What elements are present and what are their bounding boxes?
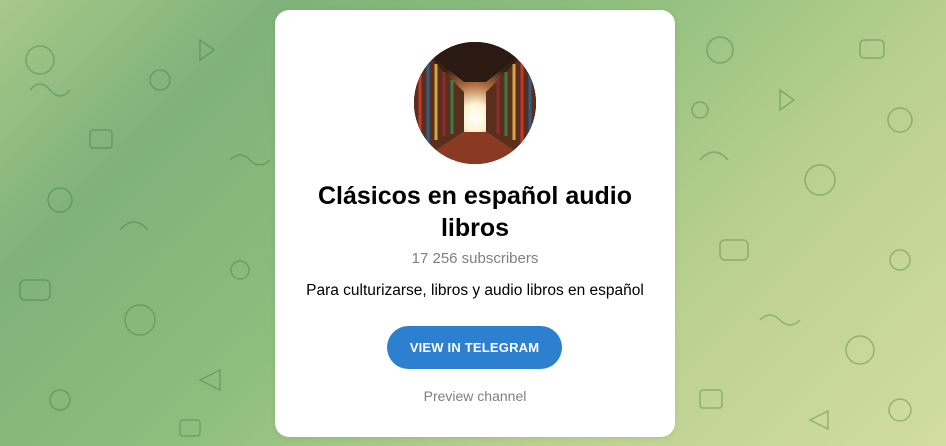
subscriber-count: 17 256 subscribers (411, 250, 539, 267)
library-hallway-image-icon (414, 42, 536, 164)
channel-description: Para culturizarse, libros y audio libros… (306, 282, 644, 299)
preview-channel-link[interactable]: Preview channel (275, 388, 675, 404)
channel-card: Clásicos en español audio libros 17 256 … (275, 10, 675, 437)
channel-avatar (414, 42, 536, 164)
channel-title: Clásicos en español audio libros (318, 182, 632, 242)
view-in-telegram-button[interactable]: VIEW IN TELEGRAM (387, 326, 562, 369)
